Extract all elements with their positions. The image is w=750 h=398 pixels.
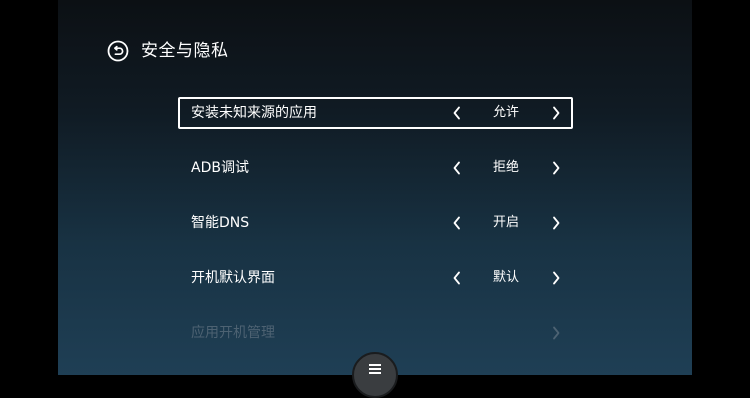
back-arrow-circle-icon[interactable]	[107, 40, 129, 62]
chevron-left-icon[interactable]	[447, 99, 467, 127]
chevron-left-icon[interactable]	[447, 263, 467, 293]
settings-screen: 安全与隐私 安装未知来源的应用 允许 ADB调试 拒绝 智能DNS 开启 开机默…	[58, 0, 692, 375]
chevron-right-icon[interactable]	[546, 208, 566, 238]
chevron-right-icon	[546, 318, 566, 348]
chevron-left-icon[interactable]	[447, 153, 467, 183]
setting-value: 开启	[492, 215, 519, 230]
setting-value: 允许	[492, 105, 519, 120]
setting-row-boot-default-screen[interactable]: 开机默认界面 默认	[178, 262, 573, 294]
setting-row-app-boot-management: 应用开机管理	[178, 317, 573, 349]
setting-label: 智能DNS	[191, 215, 250, 231]
chevron-right-icon[interactable]	[546, 153, 566, 183]
setting-label: 安装未知来源的应用	[191, 105, 317, 121]
setting-label: ADB调试	[191, 160, 249, 176]
chevron-right-icon[interactable]	[546, 263, 566, 293]
settings-list: 安装未知来源的应用 允许 ADB调试 拒绝 智能DNS 开启 开机默认界面 默认…	[178, 97, 573, 372]
menu-button[interactable]	[352, 352, 398, 398]
setting-value: 拒绝	[492, 160, 519, 175]
chevron-right-icon[interactable]	[546, 99, 566, 127]
setting-value: 默认	[492, 270, 519, 285]
setting-row-adb-debug[interactable]: ADB调试 拒绝	[178, 152, 573, 184]
setting-label: 开机默认界面	[191, 270, 275, 286]
setting-row-unknown-sources[interactable]: 安装未知来源的应用 允许	[178, 97, 573, 129]
chevron-left-icon[interactable]	[447, 208, 467, 238]
menu-hamburger-icon	[369, 364, 381, 374]
setting-row-smart-dns[interactable]: 智能DNS 开启	[178, 207, 573, 239]
page-title: 安全与隐私	[141, 41, 229, 61]
page-header: 安全与隐私	[107, 38, 229, 64]
setting-label: 应用开机管理	[191, 325, 275, 341]
